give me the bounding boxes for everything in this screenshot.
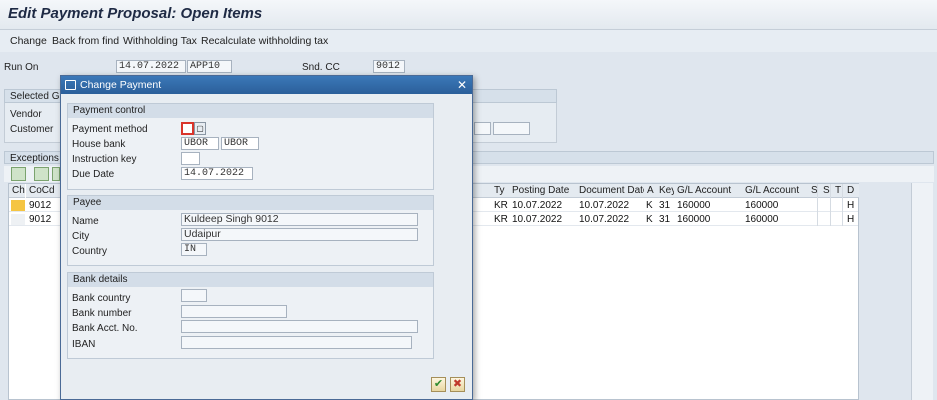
cell-cocd: 9012	[29, 200, 52, 211]
grid-divider	[842, 184, 843, 226]
cell-ty: KR	[494, 214, 508, 225]
house-bank-label: House bank	[72, 139, 126, 150]
value-help-icon[interactable]: ▢	[194, 122, 206, 135]
find-icon[interactable]	[11, 167, 26, 181]
row-selector[interactable]	[11, 200, 25, 211]
run-on-label: Run On	[4, 62, 39, 73]
col-a[interactable]: A	[644, 184, 656, 198]
cell-posting-date: 10.07.2022	[512, 200, 563, 211]
bank-acct-field[interactable]	[181, 320, 418, 333]
iban-label: IBAN	[72, 339, 96, 350]
bank-number-label: Bank number	[72, 308, 132, 319]
col-posting-date[interactable]: Posting Date	[509, 184, 576, 198]
col-s1[interactable]: S	[808, 184, 820, 198]
payment-method-field[interactable]	[181, 122, 194, 135]
house-bank-field-2[interactable]: UBOR	[221, 137, 259, 150]
cell-ty: KR	[494, 200, 508, 211]
bank-country-field[interactable]	[181, 289, 207, 302]
cell-a: K	[646, 200, 653, 211]
confirm-icon[interactable]: ✔	[431, 377, 446, 392]
iban-field[interactable]	[181, 336, 412, 349]
name-label: Name	[72, 216, 99, 227]
col-key[interactable]: Key	[656, 184, 676, 198]
grid-divider	[817, 184, 818, 226]
payee-name-field[interactable]: Kuldeep Singh 9012	[181, 213, 418, 226]
menu-withholding-tax[interactable]: Withholding Tax	[123, 35, 197, 47]
edit-icon	[65, 80, 76, 90]
cell-gl-account-1: 160000	[677, 214, 711, 225]
instruction-key-label: Instruction key	[72, 154, 137, 165]
cell-key: 31	[659, 214, 671, 225]
row-selector[interactable]	[11, 214, 25, 225]
bank-details-header: Bank details	[68, 273, 433, 287]
city-label: City	[72, 231, 90, 242]
cell-gl-account-1: 160000	[677, 200, 711, 211]
snd-cc-label: Snd. CC	[302, 62, 340, 73]
dialog-title: Change Payment	[80, 79, 162, 91]
col-d[interactable]: D	[844, 184, 859, 198]
col-ch[interactable]: Ch	[9, 184, 25, 198]
bank-country-label: Bank country	[72, 293, 131, 304]
menu-bar: Change Back from find Withholding Tax Re…	[0, 30, 937, 52]
col-gl-account-1[interactable]: G/L Account	[674, 184, 742, 198]
cell-d: H	[847, 214, 855, 225]
instruction-key-field[interactable]	[181, 152, 200, 165]
payment-control-header: Payment control	[68, 104, 433, 118]
window-titlebar: Edit Payment Proposal: Open Items	[0, 0, 937, 30]
cell-cocd: 9012	[29, 214, 52, 225]
cell-posting-date: 10.07.2022	[512, 214, 563, 225]
bank-details-group: Bank details Bank country Bank number Ba…	[67, 272, 434, 359]
house-bank-field-1[interactable]: UBOR	[181, 137, 219, 150]
vertical-scrollbar[interactable]	[911, 183, 933, 400]
cell-key: 31	[659, 200, 671, 211]
run-on-date-field[interactable]: 14.07.2022	[116, 60, 186, 73]
cell-document-date: 10.07.2022	[579, 214, 630, 225]
run-on-id-field[interactable]: APP10	[187, 60, 232, 73]
customer-label: Customer	[10, 124, 54, 135]
page-title: Edit Payment Proposal: Open Items	[8, 5, 263, 22]
grid-divider	[830, 184, 831, 226]
payment-control-group: Payment control Payment method ▢ House b…	[67, 103, 434, 190]
bank-number-field[interactable]	[181, 305, 287, 318]
selected-group-field-2[interactable]	[493, 122, 530, 135]
vendor-label: Vendor	[10, 109, 42, 120]
close-icon[interactable]: ✕	[455, 78, 469, 92]
menu-back-from-find[interactable]: Back from find	[52, 35, 119, 47]
export-icon[interactable]	[52, 167, 60, 181]
change-payment-dialog: Change Payment ✕ Payment control Payment…	[60, 75, 473, 400]
payee-country-field[interactable]: IN	[181, 243, 207, 256]
due-date-field[interactable]: 14.07.2022	[181, 167, 253, 180]
exceptions-label: Exceptions	[10, 153, 59, 164]
col-document-date[interactable]: Document Date	[576, 184, 648, 198]
snd-cc-field[interactable]: 9012	[373, 60, 405, 73]
col-gl-account-2[interactable]: G/L Account	[742, 184, 808, 198]
cell-gl-account-2: 160000	[745, 214, 779, 225]
country-label: Country	[72, 246, 108, 257]
menu-recalculate-withholding-tax[interactable]: Recalculate withholding tax	[201, 35, 328, 47]
menu-change[interactable]: Change	[10, 35, 47, 47]
payee-city-field[interactable]: Udaipur	[181, 228, 418, 241]
bank-acct-label: Bank Acct. No.	[72, 323, 138, 334]
payee-group: Payee Name Kuldeep Singh 9012 City Udaip…	[67, 195, 434, 266]
due-date-label: Due Date	[72, 169, 115, 180]
print-icon[interactable]	[34, 167, 49, 181]
payment-method-label: Payment method	[72, 124, 148, 135]
payee-header: Payee	[68, 196, 433, 210]
dialog-titlebar: Change Payment ✕	[61, 76, 472, 94]
cancel-icon[interactable]: ✖	[450, 377, 465, 392]
selected-group-field-1[interactable]	[474, 122, 491, 135]
cell-document-date: 10.07.2022	[579, 200, 630, 211]
cell-d: H	[847, 200, 855, 211]
cell-a: K	[646, 214, 653, 225]
cell-gl-account-2: 160000	[745, 200, 779, 211]
col-ty[interactable]: Ty	[491, 184, 509, 198]
